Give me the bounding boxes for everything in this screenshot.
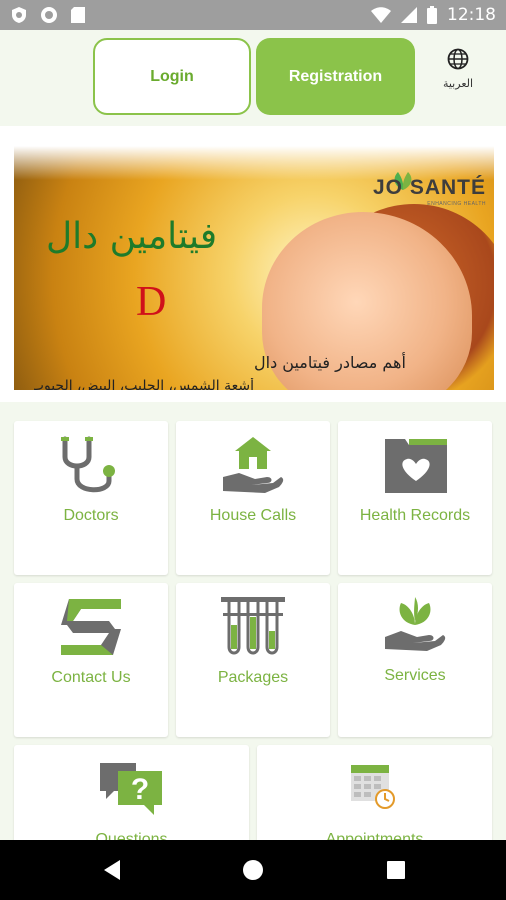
banner-top-fade	[14, 146, 494, 180]
language-switch[interactable]: العربية	[432, 48, 484, 90]
status-bar: 12:18	[0, 0, 506, 30]
stethoscope-icon	[61, 436, 115, 493]
calendar-clock-icon	[351, 765, 395, 809]
banner-title: فيتامين دال	[46, 216, 218, 257]
question-bubble-icon: ?	[100, 763, 162, 815]
banner-line-1: أهم مصادر فيتامين دال	[254, 353, 406, 372]
folder-heart-icon	[385, 439, 447, 493]
battery-icon	[427, 6, 437, 24]
recents-button[interactable]	[366, 840, 426, 900]
contact-logo-icon	[61, 599, 121, 655]
status-time: 12:18	[447, 5, 496, 25]
tile-appointments[interactable]: Appointments	[257, 745, 492, 855]
sd-card-icon	[71, 7, 85, 23]
home-button[interactable]	[223, 840, 283, 900]
navigation-bar	[0, 840, 506, 900]
tile-health-records[interactable]: Health Records	[338, 421, 492, 575]
back-icon	[104, 860, 120, 880]
tile-label: Contact Us	[51, 669, 131, 686]
tile-packages[interactable]: Packages	[176, 583, 330, 737]
banner-logo-subtext: ENHANCING HEALTH	[427, 201, 486, 207]
promo-banner[interactable]: JO SANTÉ ENHANCING HEALTH فيتامين دال D …	[14, 146, 494, 390]
wifi-icon	[371, 7, 391, 23]
tile-label: Services	[384, 667, 446, 684]
recents-icon	[387, 861, 405, 879]
header: Login Registration العربية	[0, 30, 506, 126]
tile-questions[interactable]: ? Questions	[14, 745, 249, 855]
tile-services[interactable]: Services	[338, 583, 492, 737]
banner-line-2: أشعة الشمس، الحليب، البيض، الحبوب	[34, 378, 254, 390]
tile-label: Packages	[217, 669, 289, 686]
globe-icon	[447, 48, 469, 70]
banner-section: JO SANTÉ ENHANCING HEALTH فيتامين دال D …	[0, 126, 506, 402]
tile-contact-us[interactable]: Contact Us	[14, 583, 168, 737]
back-button[interactable]	[82, 840, 142, 900]
language-label: العربية	[442, 78, 474, 90]
registration-button[interactable]: Registration	[256, 38, 415, 115]
test-tubes-icon	[221, 597, 285, 655]
house-hand-icon	[223, 437, 284, 493]
banner-logo-text: JO SANTÉ	[372, 176, 486, 199]
svg-text:?: ?	[131, 773, 149, 806]
leaf-hand-icon	[385, 597, 446, 651]
cell-signal-icon	[401, 7, 417, 23]
tile-label: House Calls	[209, 507, 297, 524]
shield-icon	[12, 7, 26, 23]
tile-house-calls[interactable]: House Calls	[176, 421, 330, 575]
tile-label: Doctors	[63, 507, 119, 524]
login-button[interactable]: Login	[93, 38, 251, 115]
record-icon	[41, 7, 57, 23]
banner-letter: D	[136, 279, 167, 325]
home-icon	[243, 860, 263, 880]
tile-doctors[interactable]: Doctors	[14, 421, 168, 575]
tile-label: Health Records	[359, 507, 471, 524]
